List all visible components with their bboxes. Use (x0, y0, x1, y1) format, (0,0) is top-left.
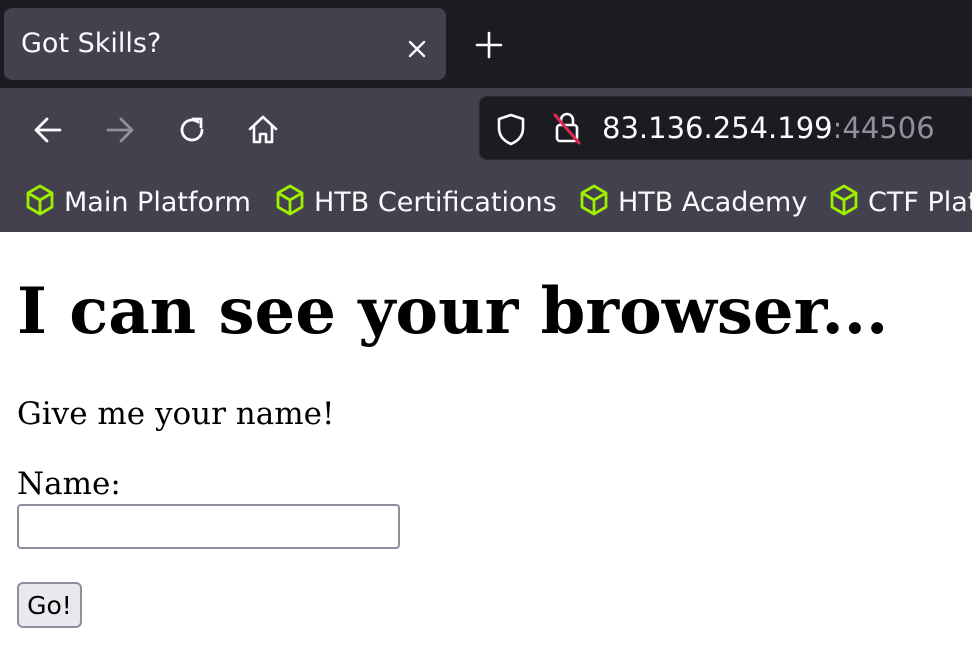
address-bar[interactable]: 83.136.254.199:44506 (479, 96, 972, 160)
arrow-left-icon[interactable] (28, 110, 68, 150)
bookmark-ctf-platform[interactable]: CTF Platform (828, 182, 972, 222)
home-icon[interactable] (243, 110, 283, 150)
reload-icon[interactable] (172, 110, 212, 150)
bookmark-htb-academy[interactable]: HTB Academy (578, 182, 807, 222)
url-port: :44506 (832, 111, 935, 145)
go-button[interactable]: Go! (17, 582, 82, 628)
bookmark-main-platform[interactable]: Main Platform (24, 182, 251, 222)
plus-icon[interactable] (472, 28, 506, 62)
bookmark-label: CTF Platform (868, 186, 972, 218)
cube-icon (578, 183, 610, 221)
tab-title: Got Skills? (21, 28, 162, 59)
prompt-text: Give me your name! (17, 396, 335, 432)
insecure-lock-icon[interactable] (550, 109, 584, 151)
bookmark-label: HTB Academy (618, 186, 808, 218)
arrow-right-icon[interactable] (100, 110, 140, 150)
bookmark-htb-certifications[interactable]: HTB Certifications (274, 182, 557, 222)
cube-icon (828, 183, 860, 221)
tab-strip: Got Skills? (0, 0, 972, 88)
browser-chrome: Got Skills? 83.136.254.199:44506 Main Pl… (0, 0, 972, 232)
bookmark-label: Main Platform (64, 186, 251, 218)
cube-icon (274, 183, 306, 221)
url-text[interactable]: 83.136.254.199:44506 (602, 111, 935, 145)
cube-icon (24, 183, 56, 221)
url-host: 83.136.254.199 (602, 111, 833, 145)
bookmark-label: HTB Certifications (314, 186, 557, 218)
tab-got-skills[interactable]: Got Skills? (4, 8, 446, 80)
name-input[interactable] (17, 504, 400, 549)
name-label: Name: (17, 466, 121, 502)
bookmarks-toolbar: Main Platform HTB Certifications HTB Aca… (0, 172, 972, 232)
page-heading: I can see your browser... (17, 274, 889, 349)
shield-icon[interactable] (494, 111, 528, 151)
close-icon[interactable] (402, 34, 432, 64)
